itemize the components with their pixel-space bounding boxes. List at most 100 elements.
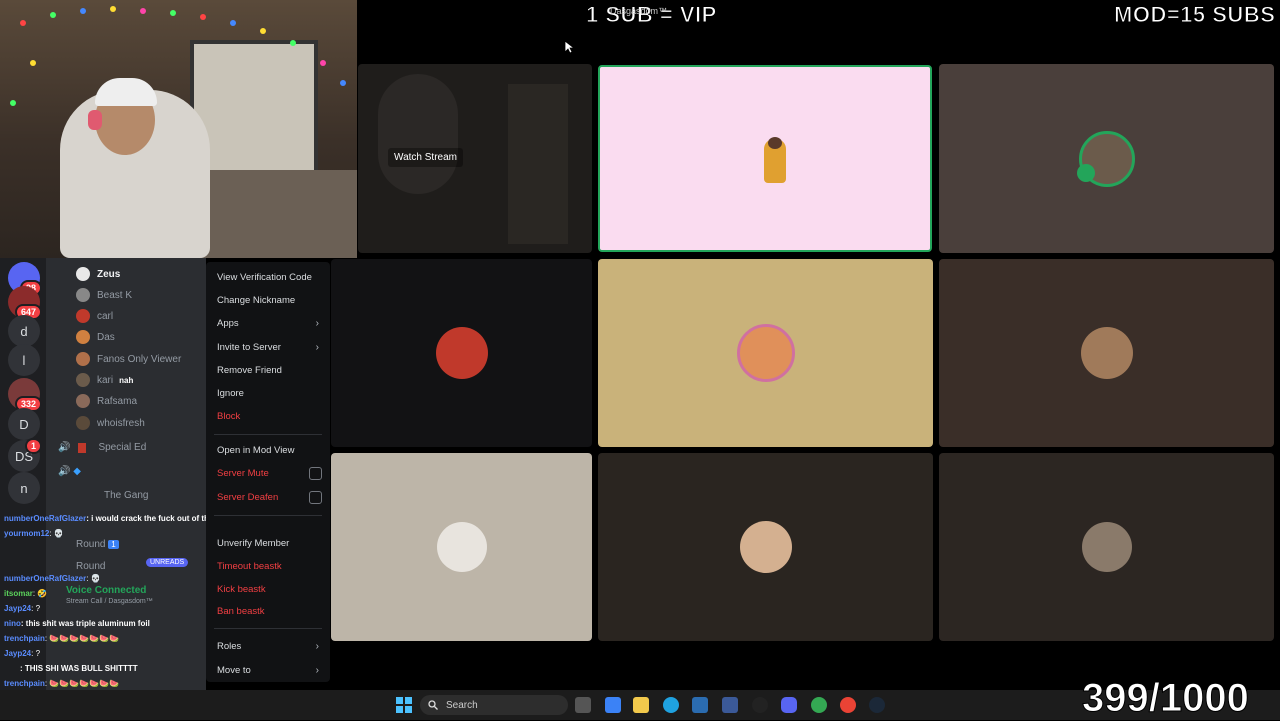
menu-item-move-to[interactable]: Move to › [217, 665, 319, 676]
avatar-decoration [1077, 164, 1095, 182]
menu-item-unverify-member[interactable]: Unverify Member [217, 538, 289, 549]
participant-tile[interactable] [598, 259, 933, 447]
menu-item-block[interactable]: Block [217, 411, 240, 422]
server-icon[interactable]: DS 1 [8, 438, 42, 472]
chrome-icon[interactable] [811, 697, 827, 713]
participant-tile[interactable] [939, 259, 1274, 447]
checkbox[interactable] [309, 491, 322, 504]
menu-item-invite-to-server[interactable]: Invite to Server › [217, 342, 319, 353]
taskbar-search-box[interactable]: Search [420, 695, 568, 715]
participant-avatar [739, 521, 792, 573]
chat-message: itsomar: 🤣 [4, 589, 48, 598]
menu-divider [214, 515, 322, 516]
menu-item-ban[interactable]: Ban beastk [217, 606, 265, 617]
avatar [76, 330, 90, 344]
cursor-icon [564, 40, 574, 54]
speaking-tile[interactable] [598, 65, 932, 252]
member-item[interactable]: Beast K [76, 285, 132, 305]
menu-item-roles[interactable]: Roles › [217, 641, 319, 652]
server-icon[interactable]: n [8, 472, 40, 504]
participant-avatar [435, 327, 488, 379]
top-header: Dasgasdom™ [610, 6, 668, 16]
menu-item-remove-friend[interactable]: Remove Friend [217, 365, 282, 376]
chat-message: : THIS SHI WAS BULL SHITTTT [20, 664, 138, 673]
chat-message: trenchpain: 🍉🍉🍉🍉🍉🍉🍉 [4, 679, 120, 688]
menu-divider [214, 628, 322, 629]
member-item[interactable]: Zeus [76, 264, 120, 284]
unreads-pill[interactable]: UNREADS [146, 558, 189, 567]
chat-message: yourmom12: 💀 [4, 529, 64, 538]
participant-tile[interactable] [331, 453, 592, 641]
copilot-icon[interactable] [605, 697, 621, 713]
chat-message: nino: this shit was triple aluminum foil [4, 619, 150, 628]
user-context-menu: View Verification Code Change Nickname A… [206, 262, 330, 682]
windows-start-icon[interactable] [396, 697, 412, 713]
menu-item-apps[interactable]: Apps › [217, 318, 319, 329]
search-icon [428, 700, 438, 710]
voice-channel-special-ed[interactable]: 🔊 Special Ed [58, 442, 146, 453]
member-item[interactable]: whoisfresh [76, 413, 145, 433]
chrome-icon[interactable] [840, 697, 856, 713]
chevron-right-icon: › [315, 342, 319, 353]
chat-message: numberOneRafGlazer: 💀 [4, 574, 101, 583]
avatar [76, 267, 90, 281]
menu-item-view-verification-code[interactable]: View Verification Code [217, 272, 312, 283]
participant-avatar [736, 324, 795, 382]
voice-connected-channel[interactable]: Stream Call / Dasgasdom™ [66, 598, 153, 605]
server-icon[interactable]: D [8, 408, 40, 440]
avatar [76, 288, 90, 302]
avatar [76, 416, 90, 430]
character-head [768, 137, 782, 149]
chat-message: Jayp24: ? [4, 649, 41, 658]
file-explorer-icon[interactable] [633, 697, 649, 713]
participant-tile[interactable] [939, 64, 1274, 253]
hat-image [95, 78, 157, 106]
participant-tile[interactable] [939, 453, 1274, 641]
member-item[interactable]: carl [76, 306, 113, 326]
server-icon[interactable]: 647 [8, 286, 42, 320]
member-item[interactable]: Rafsama [76, 391, 137, 411]
server-icon[interactable]: l [8, 344, 40, 376]
menu-item-server-mute[interactable]: Server Mute [217, 467, 322, 480]
task-view-icon[interactable] [575, 697, 591, 713]
member-item[interactable]: Fanos Only Viewer [76, 349, 181, 369]
participant-tile[interactable] [331, 259, 592, 447]
avatar [76, 352, 90, 366]
speaker-icon: 🔊 [58, 466, 71, 477]
menu-item-timeout[interactable]: Timeout beastk [217, 561, 282, 572]
server-icon[interactable]: 332 [8, 378, 42, 412]
chevron-right-icon: › [315, 665, 319, 676]
steam-icon[interactable] [869, 697, 885, 713]
stream-tile[interactable]: Watch Stream [358, 64, 592, 253]
voice-channel[interactable]: 🔊 ◆ [58, 466, 81, 477]
app-icon[interactable] [722, 697, 738, 713]
menu-item-ignore[interactable]: Ignore [217, 388, 244, 399]
menu-item-change-nickname[interactable]: Change Nickname [217, 295, 295, 306]
participant-avatar [1080, 327, 1133, 379]
server-icon[interactable]: d [8, 315, 40, 347]
obs-icon[interactable] [752, 697, 768, 713]
menu-divider [214, 434, 322, 435]
chat-message: trenchpain: 🍉🍉🍉🍉🍉🍉🍉 [4, 634, 120, 643]
menu-item-kick[interactable]: Kick beastk [217, 584, 266, 595]
diamond-icon: ◆ [73, 466, 81, 477]
edge-icon[interactable] [663, 697, 679, 713]
checkbox[interactable] [309, 467, 322, 480]
menu-item-open-in-mod-view[interactable]: Open in Mod View [217, 445, 294, 456]
voice-connected-status: Voice Connected [66, 585, 147, 596]
voice-channel-the-gang[interactable]: The Gang [104, 490, 148, 501]
discord-icon[interactable] [781, 697, 797, 713]
store-icon[interactable] [692, 697, 708, 713]
voice-channel-round[interactable]: Round [76, 561, 105, 572]
member-item[interactable]: Das [76, 327, 115, 347]
voice-channel-round[interactable]: Round 1 [76, 539, 119, 550]
participant-tile[interactable] [598, 453, 933, 641]
avatar [76, 373, 90, 387]
watch-stream-button[interactable]: Watch Stream [388, 148, 463, 167]
menu-item-server-deafen[interactable]: Server Deafen [217, 491, 322, 504]
chevron-right-icon: › [315, 641, 319, 652]
mod-subs-overlay: MOD=15 SUBS [1113, 2, 1276, 28]
member-item[interactable]: kari nah [76, 370, 133, 390]
avatar [76, 394, 90, 408]
goal-counter: 399/1000 [1082, 676, 1250, 721]
